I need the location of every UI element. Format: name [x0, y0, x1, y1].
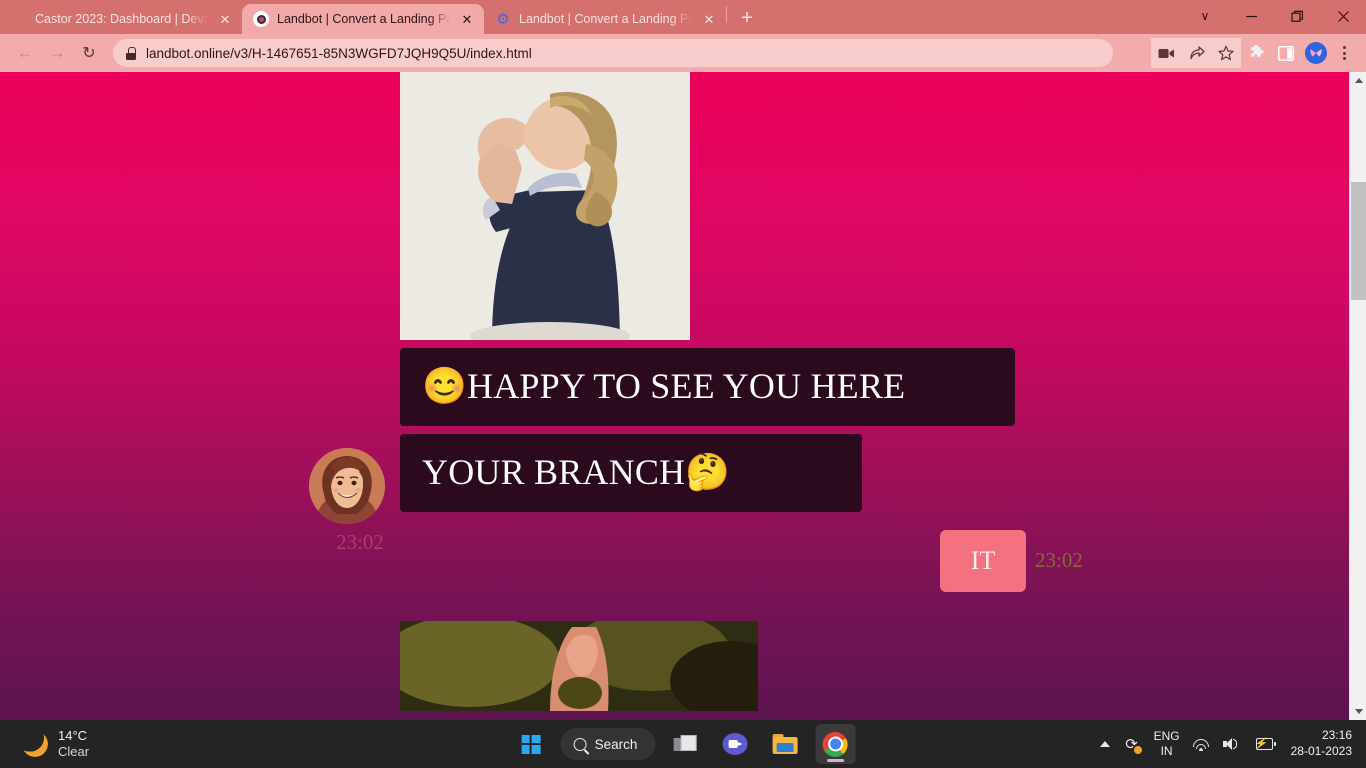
toolbar-icons: [1151, 38, 1357, 68]
weather-widget[interactable]: 14°C Clear: [0, 728, 89, 761]
windows-logo-icon: [521, 734, 541, 754]
avatar: [1305, 42, 1327, 64]
chat-bubble-text: HAPPY TO SEE YOU HERE: [467, 366, 906, 406]
taskbar-clock[interactable]: 23:16 28-01-2023: [1289, 728, 1352, 759]
screen-record-icon[interactable]: [1151, 38, 1181, 68]
tab-close-button[interactable]: ✕: [216, 10, 234, 28]
profile-avatar[interactable]: [1301, 38, 1331, 68]
tab-title: Landbot | Convert a Landing Pag: [277, 12, 450, 26]
extensions-puzzle-icon[interactable]: [1241, 38, 1271, 68]
chat-message-your-branch: YOUR BRANCH🤔 23:02: [300, 426, 1040, 554]
teams-icon: [722, 733, 748, 755]
reply-timestamp: 23:02: [1035, 547, 1083, 572]
lock-icon: [125, 46, 137, 60]
smiling-face-with-smiling-eyes-icon: 😊: [422, 366, 468, 406]
minimize-button[interactable]: [1228, 0, 1274, 32]
taskbar-item-file-explorer[interactable]: [765, 724, 805, 764]
bookmark-star-icon[interactable]: [1211, 38, 1241, 68]
weather-temperature: 14°C: [58, 727, 88, 743]
window-controls: ∨: [1182, 0, 1366, 34]
start-button[interactable]: [511, 724, 551, 764]
chat-reply-row: IT 23:02: [300, 526, 1083, 621]
tab-title: Castor 2023: Dashboard | Devfoli: [35, 12, 208, 26]
volume-icon[interactable]: [1222, 737, 1241, 751]
chat-bubble: 😊HAPPY TO SEE YOU HERE: [400, 348, 1015, 426]
tab-close-button[interactable]: ✕: [458, 10, 476, 28]
task-view-icon: [673, 734, 697, 754]
browser-tab-castor[interactable]: Castor 2023: Dashboard | Devfoli ✕: [0, 4, 242, 34]
tab-close-button[interactable]: ✕: [700, 10, 718, 28]
taskbar-center: Search: [511, 724, 856, 764]
bot-avatar-photo: [309, 447, 385, 524]
weather-condition: Clear: [58, 744, 90, 759]
side-panel-icon[interactable]: [1271, 38, 1301, 68]
show-hidden-icons-button[interactable]: [1099, 741, 1110, 747]
chrome-menu-icon[interactable]: [1331, 38, 1357, 68]
page-scrollbar[interactable]: [1349, 72, 1366, 720]
tab-strip: Castor 2023: Dashboard | Devfoli ✕ Landb…: [0, 0, 1366, 34]
forward-button[interactable]: →: [41, 37, 73, 69]
tab-list: Castor 2023: Dashboard | Devfoli ✕ Landb…: [0, 0, 761, 34]
browser-window: Castor 2023: Dashboard | Devfoli ✕ Landb…: [0, 0, 1366, 720]
thinking-face-icon: 🤔: [685, 451, 731, 492]
language-line-1: ENG: [1153, 729, 1180, 743]
scroll-up-button[interactable]: [1350, 72, 1366, 89]
crescent-moon-icon: [22, 731, 48, 757]
scroll-down-button[interactable]: [1350, 703, 1366, 720]
tab-title: Landbot | Convert a Landing Pag: [519, 12, 692, 26]
taskbar-item-teams[interactable]: [715, 724, 755, 764]
chat-bubble-text: YOUR BRANCH: [422, 451, 686, 492]
taskbar-item-task-view[interactable]: [665, 724, 705, 764]
castor-icon: [11, 11, 27, 27]
language-indicator[interactable]: ENG IN: [1154, 729, 1180, 759]
chat-column: 😊HAPPY TO SEE YOU HERE YOUR BRANCH🤔 23:0…: [300, 72, 1083, 711]
battery-charging-icon[interactable]: ⚡: [1254, 737, 1276, 751]
maximize-restore-button[interactable]: [1274, 0, 1320, 32]
system-tray: ⟳ ENG IN ⚡ 23:16 28-01-2023: [1099, 728, 1366, 759]
address-bar[interactable]: landbot.online/v3/H-1467651-85N3WGFD7JQH…: [113, 39, 1113, 67]
chrome-icon: [822, 731, 848, 757]
hands-dark-image: [400, 620, 758, 711]
clock-time: 23:16: [1321, 728, 1352, 743]
reply-button-it[interactable]: IT: [940, 529, 1026, 592]
search-icon: [573, 737, 587, 751]
clock-date: 28-01-2023: [1290, 744, 1352, 758]
new-tab-button[interactable]: +: [733, 4, 761, 32]
chat-message-happy: 😊HAPPY TO SEE YOU HERE: [300, 340, 1040, 426]
file-explorer-icon: [772, 734, 798, 754]
update-sync-icon[interactable]: ⟳: [1123, 735, 1142, 754]
tab-separator: [726, 5, 727, 23]
chat-bubble: YOUR BRANCH🤔: [400, 433, 862, 512]
reload-button[interactable]: ↻: [73, 37, 105, 69]
chat-message-gif: [400, 72, 1040, 340]
flexing-woman-gif: [400, 72, 690, 340]
taskbar-search[interactable]: Search: [560, 728, 656, 760]
windows-taskbar: 14°C Clear Search ⟳ ENG IN ⚡ 23:16 28-01…: [0, 720, 1366, 768]
address-bar-url: landbot.online/v3/H-1467651-85N3WGFD7JQH…: [146, 45, 532, 61]
browser-tab-landbot-second[interactable]: ⚙ Landbot | Convert a Landing Pag ✕: [484, 4, 726, 34]
share-icon[interactable]: [1181, 38, 1211, 68]
back-button[interactable]: ←: [9, 37, 41, 69]
scrollbar-thumb[interactable]: [1351, 182, 1366, 300]
landbot-icon: [253, 11, 269, 27]
search-label: Search: [594, 736, 638, 752]
page-viewport: 😊HAPPY TO SEE YOU HERE YOUR BRANCH🤔 23:0…: [0, 72, 1366, 720]
weather-text: 14°C Clear: [58, 728, 89, 761]
avatar-illustration: [309, 447, 385, 524]
gear-icon: ⚙: [496, 10, 510, 28]
tab-search-icon[interactable]: ∨: [1182, 0, 1228, 32]
gif-illustration: [400, 72, 690, 340]
browser-toolbar: ← → ↻ landbot.online/v3/H-1467651-85N3WG…: [0, 34, 1366, 72]
taskbar-item-chrome[interactable]: [815, 724, 856, 764]
close-window-button[interactable]: [1320, 0, 1366, 32]
browser-tab-landbot-active[interactable]: Landbot | Convert a Landing Pag ✕: [242, 4, 484, 34]
language-line-2: IN: [1160, 744, 1173, 758]
hands-illustration: [400, 620, 758, 711]
wifi-icon[interactable]: [1193, 737, 1210, 751]
